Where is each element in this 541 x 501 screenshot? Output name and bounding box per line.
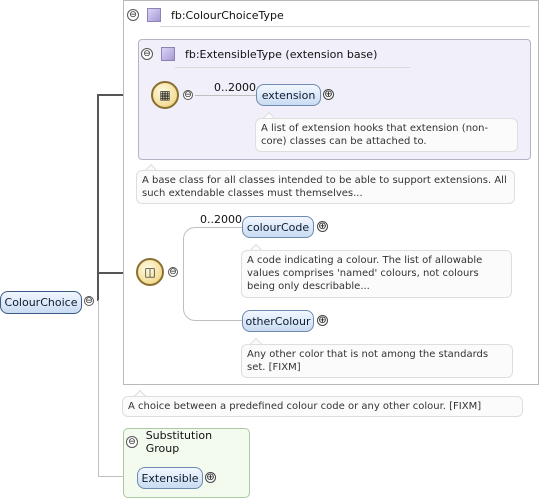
divider (175, 67, 410, 68)
substitution-group-header: ⊖ Substitution Group (126, 429, 246, 455)
choice-occurs: 0..2000 (200, 213, 242, 226)
element-label: Extensible (141, 471, 199, 485)
connector-line (98, 300, 99, 476)
collapse-icon: ⊖ (143, 49, 151, 59)
type-collapse-button[interactable]: ⊖ (127, 9, 139, 21)
element-extensible[interactable]: Extensible (137, 467, 203, 489)
substitution-group-title: Substitution Group (145, 429, 213, 455)
collapse-icon: ⊖ (184, 90, 192, 100)
expand-icon: ⊕ (324, 89, 333, 100)
extension-base-name: fb:ExtensibleType (extension base) (185, 47, 378, 61)
extension-base-header: ⊖ fb:ExtensibleType (extension base) (141, 46, 521, 62)
colourcode-expand-button[interactable]: ⊕ (317, 221, 328, 232)
connector-line (97, 95, 99, 301)
divider (160, 26, 530, 27)
connector-line (195, 95, 257, 96)
sequence-collapse-button[interactable]: ⊖ (183, 90, 193, 100)
complex-type-header: ⊖ fb:ColourChoiceType (127, 7, 527, 23)
root-collapse-button[interactable]: ⊖ (84, 296, 94, 306)
extension-base-documentation: A base class for all classes intended to… (136, 170, 515, 204)
collapse-icon: ⊖ (129, 10, 137, 20)
element-label: extension (261, 88, 316, 102)
expand-icon: ⊕ (318, 221, 327, 232)
purple-square-icon (161, 47, 175, 61)
expand-icon: ⊕ (318, 315, 327, 326)
choice-collapse-button[interactable]: ⊖ (168, 267, 178, 277)
element-extension[interactable]: extension (256, 84, 321, 106)
complex-type-name: fb:ColourChoiceType (171, 8, 284, 22)
element-colourcode[interactable]: colourCode (242, 216, 314, 238)
othercolour-documentation: Any other color that is not among the st… (241, 344, 513, 378)
element-label: otherColour (245, 314, 311, 328)
collapse-icon: ⊖ (128, 437, 136, 447)
element-othercolour[interactable]: otherColour (242, 310, 314, 332)
extensible-expand-button[interactable]: ⊕ (205, 472, 216, 483)
complex-type-documentation: A choice between a predefined colour cod… (122, 396, 523, 417)
sequence-icon: ▦ (159, 88, 171, 102)
root-element-label: ColourChoice (4, 296, 78, 309)
extension-occurs: 0..2000 (214, 81, 256, 94)
sequence-compositor-icon[interactable]: ▦ (151, 81, 179, 109)
expand-icon: ⊕ (206, 472, 215, 483)
root-element-colourchoice[interactable]: ColourChoice (0, 291, 82, 314)
choice-icon: ◫ (144, 265, 156, 279)
extension-documentation: A list of extension hooks that extension… (255, 118, 518, 152)
extension-expand-button[interactable]: ⊕ (323, 89, 334, 100)
purple-square-icon (147, 8, 161, 22)
choice-compositor-icon[interactable]: ◫ (136, 258, 164, 286)
othercolour-expand-button[interactable]: ⊕ (317, 315, 328, 326)
substitution-collapse-button[interactable]: ⊖ (126, 436, 138, 448)
collapse-icon: ⊖ (169, 267, 177, 277)
colourcode-documentation: A code indicating a colour. The list of … (241, 250, 512, 298)
choice-bracket (183, 227, 243, 321)
extension-base-collapse-button[interactable]: ⊖ (141, 48, 153, 60)
collapse-icon: ⊖ (85, 296, 93, 306)
element-label: colourCode (246, 220, 310, 234)
